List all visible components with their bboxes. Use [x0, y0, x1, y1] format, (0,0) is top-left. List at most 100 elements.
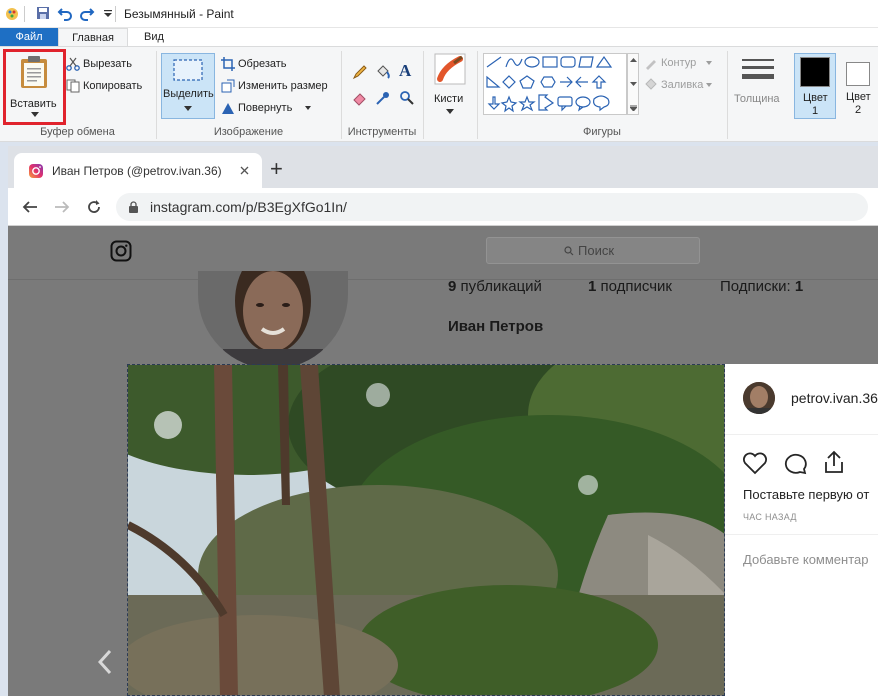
- heart-icon[interactable]: [742, 451, 768, 475]
- rotate-icon: [222, 103, 234, 114]
- rotate-label: Повернуть: [238, 102, 293, 114]
- gallery-expand-icon: [630, 105, 637, 111]
- paint-title-bar: Безымянный - Paint: [0, 0, 878, 28]
- search-placeholder: Поиск: [578, 243, 615, 258]
- post-author-photo: [743, 382, 775, 414]
- paste-label: Вставить: [10, 98, 57, 110]
- image-group-label: Изображение: [213, 126, 284, 138]
- redo-icon[interactable]: [79, 5, 95, 21]
- post-username[interactable]: petrov.ivan.36: [791, 390, 878, 406]
- shapes-gallery-scroll[interactable]: [627, 53, 639, 115]
- magnifier-icon[interactable]: [399, 90, 415, 106]
- browser-tab[interactable]: Иван Петров (@petrov.ivan.36): [14, 153, 262, 188]
- copy-button[interactable]: Копировать: [66, 78, 152, 96]
- cut-button[interactable]: Вырезать: [66, 56, 152, 74]
- tab-file[interactable]: Файл: [0, 28, 58, 46]
- tab-home[interactable]: Главная: [58, 28, 128, 46]
- following-count: 1: [794, 278, 804, 295]
- comment-icon[interactable]: [782, 451, 808, 475]
- fill-bucket-icon[interactable]: [375, 64, 391, 80]
- following-stat[interactable]: Подписки: 1: [720, 278, 803, 295]
- size-label: Толщина: [734, 93, 780, 105]
- text-tool-icon[interactable]: A: [399, 61, 411, 81]
- post-author-avatar[interactable]: [743, 382, 775, 414]
- color1-button[interactable]: Цвет 1: [794, 53, 836, 119]
- gallery-up-icon: [630, 58, 637, 62]
- pencil-icon[interactable]: [352, 64, 368, 80]
- browser-tab-title: Иван Петров (@petrov.ivan.36): [52, 164, 222, 178]
- post-side-panel: petrov.ivan.36 Поставьте первую от ЧАС Н…: [725, 364, 878, 696]
- instagram-search-input[interactable]: Поиск: [486, 237, 700, 264]
- paste-dropdown-icon: [31, 112, 39, 117]
- cut-label: Вырезать: [83, 58, 132, 70]
- ribbon-separator: [423, 51, 424, 139]
- outline-dropdown-icon: [706, 61, 712, 65]
- post-photo[interactable]: [127, 364, 725, 696]
- color2-number: 2: [855, 104, 862, 116]
- back-arrow-icon[interactable]: [22, 199, 38, 215]
- crop-button[interactable]: Обрезать: [221, 56, 339, 74]
- close-tab-icon[interactable]: [240, 166, 249, 175]
- fill-button[interactable]: Заливка: [644, 78, 724, 94]
- color-picker-icon[interactable]: [375, 90, 391, 106]
- brushes-button[interactable]: Кисти: [428, 53, 472, 121]
- color2-label: Цвет: [846, 91, 871, 103]
- followers-stat[interactable]: 1 подписчик: [588, 278, 672, 295]
- tab-view[interactable]: Вид: [128, 28, 180, 46]
- gallery-down-icon: [630, 82, 637, 86]
- clipboard-group-label: Буфер обмена: [40, 126, 115, 138]
- resize-button[interactable]: Изменить размер: [221, 78, 339, 96]
- color1-number: 1: [812, 105, 819, 117]
- resize-label: Изменить размер: [238, 80, 328, 92]
- post-timestamp: ЧАС НАЗАД: [743, 512, 797, 522]
- undo-icon[interactable]: [57, 5, 73, 21]
- previous-arrow-icon[interactable]: [98, 649, 112, 675]
- search-icon: [564, 246, 574, 256]
- paste-button[interactable]: Вставить: [7, 52, 62, 122]
- size-button[interactable]: Толщина: [731, 53, 787, 121]
- browser-tab-strip: Иван Петров (@petrov.ivan.36) +: [8, 146, 878, 188]
- reload-icon[interactable]: [86, 199, 102, 215]
- divider: [725, 434, 878, 435]
- outline-button[interactable]: Контур: [644, 56, 724, 72]
- instagram-logo-icon[interactable]: [110, 240, 132, 262]
- posts-stat: 9 публикаций: [448, 278, 542, 295]
- scissors-icon: [66, 57, 80, 71]
- image-group: Выделить Обрезать Изменить размер Поверн…: [157, 47, 340, 143]
- pasted-browser-screenshot: Иван Петров (@petrov.ivan.36) + instagra…: [8, 146, 878, 696]
- crop-label: Обрезать: [238, 58, 287, 70]
- paint-app-icon: [6, 8, 18, 20]
- select-dropdown-icon: [184, 106, 192, 111]
- quick-access-dropdown-icon[interactable]: [100, 5, 116, 21]
- instagram-favicon-icon: [29, 164, 43, 178]
- shapes-group: Контур Заливка Фигуры: [478, 47, 726, 143]
- posts-count: 9: [448, 278, 457, 295]
- outline-brush-icon: [646, 60, 656, 70]
- window-title: Безымянный - Paint: [124, 7, 234, 21]
- copy-icon: [66, 79, 80, 93]
- share-icon[interactable]: [821, 449, 847, 475]
- ribbon-tab-bar: Файл Главная Вид: [0, 28, 878, 46]
- url-text: instagram.com/p/B3EgXfGo1In/: [150, 199, 347, 215]
- tools-group: A Инструменты: [342, 47, 422, 143]
- profile-avatar[interactable]: [198, 271, 348, 369]
- forward-arrow-icon[interactable]: [54, 199, 70, 215]
- outline-label: Контур: [661, 57, 697, 69]
- divider: [725, 534, 878, 535]
- new-tab-button[interactable]: +: [270, 156, 283, 182]
- address-bar[interactable]: instagram.com/p/B3EgXfGo1In/: [116, 193, 868, 221]
- save-icon[interactable]: [35, 5, 51, 21]
- color2-button[interactable]: Цвет 2: [840, 53, 878, 119]
- ribbon-separator: [727, 51, 728, 139]
- select-button[interactable]: Выделить: [161, 53, 215, 119]
- comment-input[interactable]: Добавьте комментар: [743, 552, 869, 567]
- eraser-icon[interactable]: [352, 90, 368, 106]
- rotate-button[interactable]: Повернуть: [221, 100, 339, 118]
- shapes-gallery[interactable]: [483, 53, 627, 115]
- ribbon: Вставить Вырезать Копировать Буфер обмен…: [0, 46, 878, 142]
- posts-label: публикаций: [460, 278, 542, 295]
- forest-photo: [128, 365, 724, 695]
- lock-icon: [129, 201, 138, 213]
- followers-label: подписчик: [600, 278, 672, 295]
- rotate-dropdown-icon: [305, 106, 311, 110]
